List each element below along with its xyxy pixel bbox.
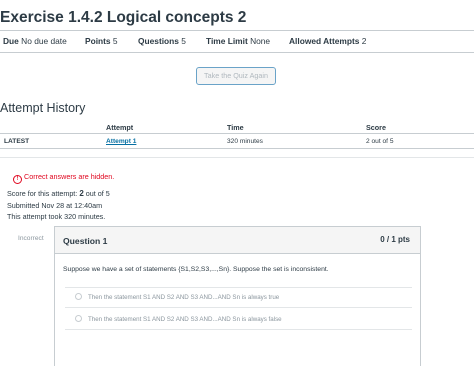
question-status-incorrect: Incorrect bbox=[18, 235, 44, 242]
meta-time-limit: Time Limit None bbox=[206, 36, 270, 46]
correct-answers-hidden-alert: ! Correct answers are hidden. bbox=[13, 172, 114, 184]
divider bbox=[0, 52, 474, 53]
radio-button bbox=[75, 315, 82, 322]
question-header: Question 1 0 / 1 pts bbox=[55, 227, 420, 254]
attempt-score-summary: Score for this attempt: 2 out of 5 bbox=[7, 189, 110, 198]
question-text: Suppose we have a set of statements {S1,… bbox=[63, 266, 329, 273]
column-header-score: Score bbox=[366, 123, 386, 132]
take-quiz-again-button[interactable]: Take the Quiz Again bbox=[196, 67, 276, 85]
meta-points: Points 5 bbox=[85, 36, 118, 46]
row-label-latest: LATEST bbox=[4, 138, 30, 145]
answer-text: Then the statement S1 AND S2 AND S3 AND.… bbox=[88, 294, 280, 301]
score-suffix: out of 5 bbox=[85, 189, 110, 198]
meta-questions-value: 5 bbox=[181, 36, 186, 46]
attempt-score: 2 out of 5 bbox=[366, 138, 394, 145]
meta-time-limit-label: Time Limit bbox=[206, 36, 248, 46]
question-card: Question 1 0 / 1 pts Suppose we have a s… bbox=[54, 226, 421, 366]
table-header-divider bbox=[0, 133, 474, 134]
score-value: 2 bbox=[79, 189, 84, 198]
meta-points-value: 5 bbox=[112, 36, 118, 46]
attempt-1-link[interactable]: Attempt 1 bbox=[106, 138, 136, 145]
answer-text: Then the statement S1 AND S2 AND S3 AND.… bbox=[88, 316, 282, 323]
column-header-attempt: Attempt bbox=[106, 123, 134, 132]
meta-due-value: No due date bbox=[21, 36, 67, 46]
column-header-time: Time bbox=[227, 123, 244, 132]
meta-time-limit-value: None bbox=[250, 36, 271, 46]
attempt-time: 320 minutes bbox=[227, 138, 263, 145]
meta-due-label: Due bbox=[3, 36, 19, 46]
page-title: Exercise 1.4.2 Logical concepts 2 bbox=[0, 9, 247, 26]
meta-questions-label: Questions bbox=[138, 36, 179, 46]
answer-option: Then the statement S1 AND S2 AND S3 AND.… bbox=[75, 293, 279, 301]
attempt-duration: This attempt took 320 minutes. bbox=[7, 212, 106, 221]
answer-divider bbox=[65, 287, 412, 288]
divider bbox=[0, 30, 474, 31]
score-prefix: Score for this attempt: bbox=[7, 189, 78, 198]
meta-due: Due No due date bbox=[3, 36, 67, 46]
attempt-1-link-cell: Attempt 1 bbox=[106, 138, 136, 145]
warning-circle-icon: ! bbox=[13, 175, 22, 184]
question-title: Question 1 bbox=[63, 236, 108, 246]
submitted-date: Submitted Nov 28 at 12:40am bbox=[7, 201, 103, 210]
alert-text: Correct answers are hidden. bbox=[24, 172, 115, 181]
table-row-divider bbox=[0, 148, 474, 149]
meta-questions: Questions 5 bbox=[138, 36, 186, 46]
question-points: 0 / 1 pts bbox=[380, 235, 410, 244]
answer-divider bbox=[65, 329, 412, 330]
table-bottom-divider bbox=[0, 157, 474, 158]
answer-option: Then the statement S1 AND S2 AND S3 AND.… bbox=[75, 315, 282, 323]
meta-allowed-attempts: Allowed Attempts 2 bbox=[289, 36, 366, 46]
attempt-history-heading: Attempt History bbox=[0, 101, 86, 115]
meta-allowed-attempts-label: Allowed Attempts bbox=[289, 36, 360, 46]
answer-divider bbox=[65, 307, 412, 308]
radio-button bbox=[75, 293, 82, 300]
meta-points-label: Points bbox=[85, 36, 111, 46]
meta-allowed-attempts-value: 2 bbox=[361, 36, 367, 46]
